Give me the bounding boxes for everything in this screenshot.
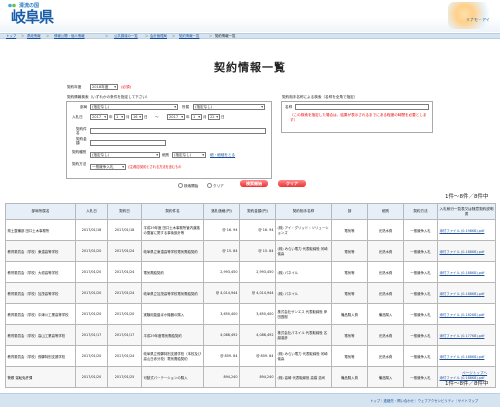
col-attachment: 入札執行一覧表又は随意契約説明書 xyxy=(437,203,496,220)
division-label: 所属 xyxy=(182,105,190,109)
name-label: 名称 xyxy=(285,105,293,109)
footer-links[interactable]: トップ｜連絡先・問い合わせ｜ウェブアクセシビリティ｜サイトマップ xyxy=(370,398,478,403)
site-logo[interactable]: 清流の国 岐阜県 xyxy=(4,2,56,28)
dept-label: 部局 xyxy=(80,105,88,109)
division-select[interactable]: (指定なし) xyxy=(193,104,265,110)
col-method: 契約方法 xyxy=(403,203,438,220)
category-select[interactable]: (指定なし) xyxy=(90,152,160,158)
dept-select[interactable]: (指定なし) xyxy=(90,104,178,110)
breadcrumb-item[interactable]: 公共調達の一覧 xyxy=(114,34,138,39)
attachment-link[interactable]: 添付ファイル (0.188KB).pdf xyxy=(437,261,496,283)
table-row: 警察 運転免許課 2017/01/20 2017/01/25 可動式パーテーションの購… xyxy=(5,366,496,388)
radio-clear-label: クリア xyxy=(213,184,224,188)
date-to-month[interactable]: 1 xyxy=(191,114,202,120)
result-count-top: 1件～8件／8件中 xyxy=(445,194,489,200)
breadcrumb-item[interactable]: 県政情報 xyxy=(27,34,41,39)
col-contract-date: 契約日 xyxy=(107,203,142,220)
breadcrumb-current: 契約情報一覧 xyxy=(215,34,236,38)
col-bid-date: 入札日 xyxy=(75,203,108,220)
attachment-link[interactable]: 添付ファイル (0.188KB).pdf xyxy=(437,345,496,367)
detail-select[interactable]: (指定なし) xyxy=(172,152,206,158)
table-row: 教育委員会（学校）中津川工業高等学校 2017/01/20 2017/01/20 実験… xyxy=(5,303,496,325)
search-button[interactable]: 検索開始 xyxy=(240,180,268,187)
attachment-link[interactable]: 添付ファイル (0.177KB).pdf xyxy=(437,324,496,346)
breadcrumb-item[interactable]: トップ xyxy=(6,34,16,39)
date-to-year[interactable]: 2017 xyxy=(167,114,185,120)
radio-search-open-label: 検索開始 xyxy=(184,184,199,188)
name-search-title: 契約相手名称による検索（名称を全角で指定） xyxy=(282,95,358,99)
contract-amount-input[interactable] xyxy=(90,140,166,146)
result-count-bottom: 1件～8件／8件中 xyxy=(445,381,489,387)
mascot-banner: ミナモ・アイ xyxy=(448,2,496,29)
attachment-link[interactable]: 添付ファイル (0.188KB).pdf xyxy=(437,282,496,304)
table-row: 教育委員会（学校）加茂高等学校 2017/01/20 2017/01/24 岐阜県立加… xyxy=(5,282,496,304)
method-select[interactable]: 一般競争入札 xyxy=(90,164,126,170)
col-contract-amount: 契約金額(円) xyxy=(239,203,276,220)
breadcrumb-item[interactable]: 会計管理局 xyxy=(150,34,167,39)
method-note: (注)随意契約とされる方法を含むもの xyxy=(128,165,182,169)
category-label: 契約種別 xyxy=(72,150,87,154)
site-header: 清流の国 岐阜県 ミナモ・アイ xyxy=(0,0,500,32)
date-label: 入札日 xyxy=(72,115,83,119)
year-label: 契約年度 xyxy=(67,85,82,89)
col-section: 部 xyxy=(331,203,368,220)
mascot-label: ミナモ・アイ xyxy=(466,17,490,22)
name-input[interactable] xyxy=(295,104,429,110)
attachment-link[interactable]: 添付ファイル (0.188KB).pdf xyxy=(437,240,496,262)
detail-label: 細別 xyxy=(162,153,170,157)
col-counterparty: 契約相手名称 xyxy=(275,203,332,220)
breadcrumb-item[interactable]: 情報公開・個人情報 xyxy=(54,34,85,39)
clear-button[interactable]: クリア xyxy=(278,180,306,187)
table-row: 教育委員会（学校）大垣高等学校 2017/01/20 2017/01/24 電気需給契… xyxy=(5,261,496,283)
table-row: 教育委員会（学校）東濃高等学校 2017/01/20 2017/01/24 岐阜県立東… xyxy=(5,240,496,262)
col-bid-price: 落札価格(円) xyxy=(203,203,240,220)
condition-title: 契約情報検索（いずれかの条件を指定して下さい） xyxy=(67,95,150,99)
year-select[interactable]: 2018年度 xyxy=(90,84,118,90)
table-header-row: 部局所属名 入札日 契約日 契約件名 落札価格(円) 契約金額(円) 契約相手名… xyxy=(5,203,496,220)
table-row: 教育委員会（学校）高山工業高等学校 2017/01/17 2017/01/17 平成2… xyxy=(5,324,496,346)
radio-search-open[interactable] xyxy=(178,183,183,188)
contract-name-input[interactable] xyxy=(90,128,266,134)
page-top-link[interactable]: ページトップへ xyxy=(462,371,487,376)
table-row: 教育委員会（学校）飛騨特別支援学校 2017/01/20 2017/01/24 岐阜県… xyxy=(5,345,496,367)
contract-amount-label: 契約金額 xyxy=(76,137,87,145)
name-search-note: （この検索を指定した場合は、結果が表示されるまでにある程度の時間を必要とします） xyxy=(290,113,427,122)
date-to-day[interactable]: 22 xyxy=(208,114,220,120)
site-footer: トップ｜連絡先・問い合わせ｜ウェブアクセシビリティ｜サイトマップ xyxy=(0,393,500,407)
col-contract-name: 契約件名 xyxy=(141,203,204,220)
date-from-month[interactable]: 1 xyxy=(114,114,125,120)
table-row: 県土整備部 田口土木事務所 2017/01/18 2017/01/18 平成29年度 … xyxy=(5,219,496,241)
date-from-day[interactable]: 16 xyxy=(131,114,143,120)
attachment-link[interactable]: 添付ファイル (0.182KB).pdf xyxy=(437,303,496,325)
radio-clear[interactable] xyxy=(207,183,212,188)
clear-detail-link[interactable]: 細・細細をとる xyxy=(210,152,235,158)
method-label: 契約方法 xyxy=(72,162,87,166)
date-from-year[interactable]: 2017 xyxy=(90,114,108,120)
breadcrumb-item[interactable]: 契約情報一覧 xyxy=(179,34,199,39)
results-table: 部局所属名 入札日 契約日 契約件名 落札価格(円) 契約金額(円) 契約相手名… xyxy=(5,203,496,388)
col-detail: 細別 xyxy=(367,203,404,220)
required-note: (必須) xyxy=(121,85,131,89)
col-dept: 部局所属名 xyxy=(5,203,76,220)
contract-name-label: 契約件名 xyxy=(76,127,87,135)
attachment-link[interactable]: 添付ファイル (0.198KB).pdf xyxy=(437,219,496,241)
logo-title: 岐阜県 xyxy=(11,8,54,26)
breadcrumb: トップ ＞ 県政情報 ＞ 情報公開・個人情報 ＞ 公共調達の一覧 ＞ 会計管理局… xyxy=(0,33,500,39)
page-title: 契約情報一覧 xyxy=(214,61,286,74)
